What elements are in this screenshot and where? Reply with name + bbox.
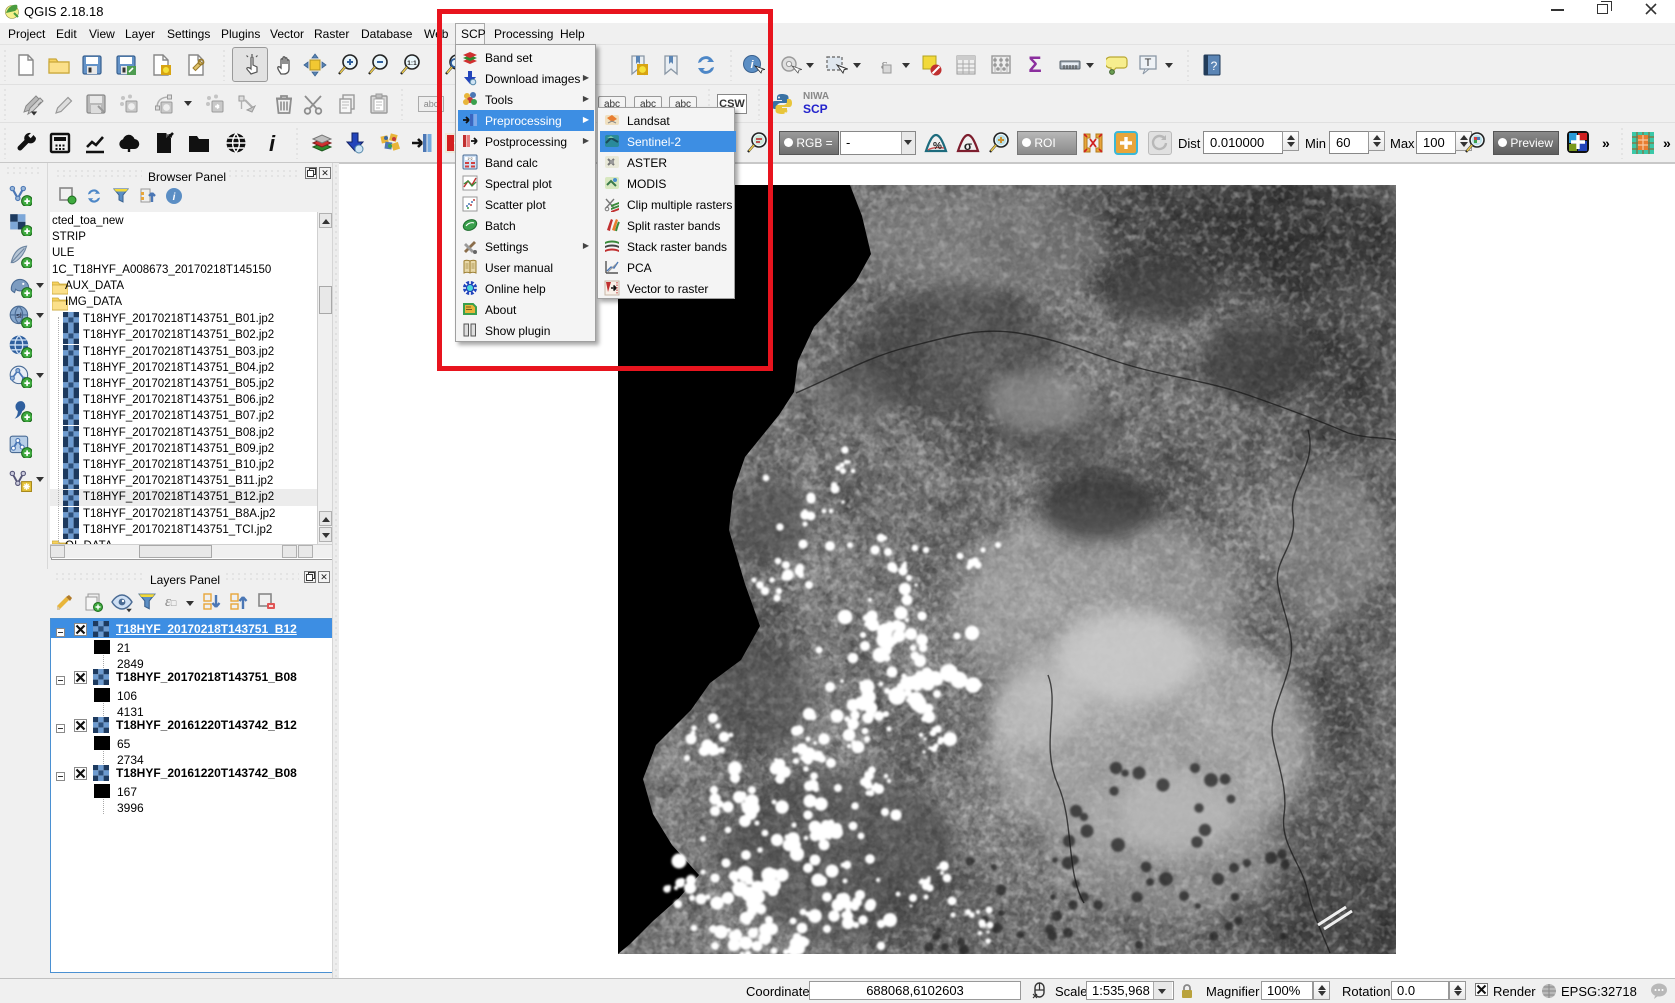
svg-text:sl: sl: [16, 311, 22, 320]
svg-text:?: ?: [1211, 59, 1218, 73]
svg-text:T: T: [1145, 57, 1152, 69]
svg-text:i: i: [173, 192, 176, 203]
svg-text:Σ: Σ: [1028, 53, 1041, 77]
svg-text:σ: σ: [964, 139, 972, 153]
svg-text:1:1: 1:1: [407, 60, 417, 67]
svg-text:i: i: [269, 131, 276, 155]
svg-text:%: %: [933, 141, 942, 152]
